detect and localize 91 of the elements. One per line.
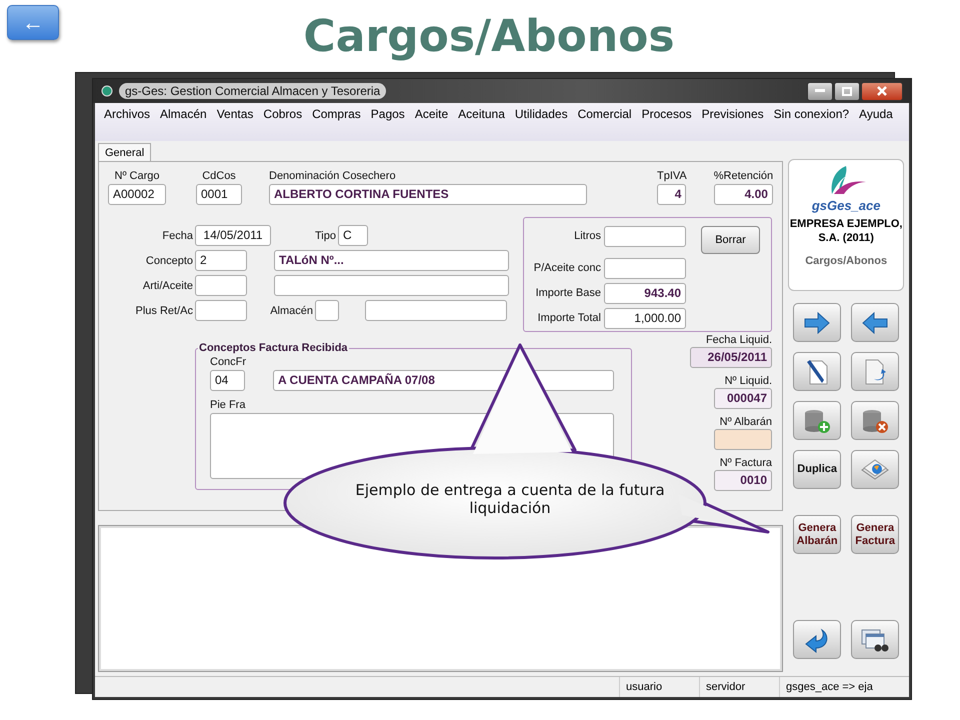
status-cell: usuario <box>619 677 699 697</box>
field-label: Denominación Cosechero <box>269 170 396 182</box>
minimize-icon <box>815 89 825 93</box>
text-field[interactable]: 1,000.00 <box>604 308 686 329</box>
toolbar-button[interactable] <box>851 620 900 659</box>
menu-item[interactable]: Procesos <box>636 105 697 123</box>
text-field[interactable]: C <box>338 225 368 246</box>
input-field[interactable] <box>714 429 772 450</box>
input-field[interactable] <box>604 226 686 247</box>
menu-item[interactable]: Almacén <box>155 105 212 123</box>
field-label: Almacén <box>269 304 313 316</box>
toolbar-button[interactable]: Genera Albarán <box>793 515 842 554</box>
binoculars-windows-icon <box>860 626 890 652</box>
toolbar-button[interactable] <box>793 303 842 342</box>
field-label: Importe Base <box>534 286 601 301</box>
menu-item[interactable]: Compras <box>307 105 366 123</box>
toolbar-button[interactable] <box>793 620 842 659</box>
menu-item[interactable]: Ayuda <box>854 105 898 123</box>
menu-item[interactable]: Previsiones <box>696 105 769 123</box>
text-field[interactable]: 0010 <box>714 470 772 491</box>
menu-item[interactable]: Aceite <box>410 105 454 123</box>
input-field[interactable] <box>274 275 509 296</box>
field-label: P/Aceite conc <box>532 261 601 276</box>
menu-item[interactable]: Aceituna <box>453 105 510 123</box>
field-label: ConcFr <box>210 356 248 368</box>
borrar-button[interactable]: Borrar <box>701 226 760 254</box>
menu-item[interactable]: Comercial <box>572 105 637 123</box>
field-label: Nº Albarán <box>720 416 772 428</box>
status-cell: servidor <box>699 677 779 697</box>
group-title: Conceptos Factura Recibida <box>198 342 349 354</box>
text-field[interactable]: 2 <box>195 250 247 271</box>
menu-item[interactable]: Cobros <box>258 105 308 123</box>
input-field[interactable] <box>195 300 247 321</box>
field-label: Nº Liquid. <box>724 375 772 387</box>
input-field[interactable] <box>315 300 339 321</box>
slide-title: Cargos/Abonos <box>302 11 676 62</box>
text-field[interactable]: ALBERTO CORTINA FUENTES <box>269 184 587 205</box>
text-field[interactable]: 04 <box>210 370 245 391</box>
input-field[interactable] <box>365 300 507 321</box>
menu-item[interactable]: Sin conexion? <box>768 105 854 123</box>
text-field[interactable]: 4.00 <box>714 184 773 205</box>
menu-item[interactable]: Archivos <box>99 105 156 123</box>
toolbar-button[interactable] <box>851 303 900 342</box>
text-field[interactable]: 943.40 <box>604 283 686 304</box>
field-label: Nº Cargo <box>114 170 160 182</box>
logo-text: gsGes_ace <box>812 198 880 213</box>
close-button[interactable] <box>861 82 903 100</box>
menu-item[interactable]: Utilidades <box>510 105 573 123</box>
text-field[interactable]: 4 <box>657 184 686 205</box>
field-label: %Retención <box>714 170 774 182</box>
field-label: Litros <box>573 229 601 244</box>
field-label: CdCos <box>202 170 236 182</box>
arrow-right-icon <box>802 310 832 336</box>
date-field[interactable]: 14/05/2011 <box>195 225 271 246</box>
field-label: Tipo <box>314 230 336 242</box>
field-label: TpIVA <box>657 170 687 182</box>
close-icon <box>877 86 887 96</box>
map-stack-icon <box>860 456 890 482</box>
field-label: Fecha Liquid. <box>706 334 772 346</box>
text-field[interactable]: 26/05/2011 <box>690 347 772 368</box>
input-field[interactable] <box>195 275 247 296</box>
field-label: Arti/Aceite <box>142 280 193 292</box>
text-field[interactable]: 000047 <box>714 388 772 409</box>
text-field[interactable]: A00002 <box>108 184 166 205</box>
field-label: Plus Ret/Ac <box>134 304 193 316</box>
toolbar-button[interactable] <box>793 352 842 391</box>
field-label: Importe Total <box>536 311 601 326</box>
toolbar-button[interactable]: Duplica <box>793 450 842 489</box>
callout-text: Ejemplo de entrega a cuenta de la futura liquidación <box>355 481 665 517</box>
window-title: gs-Ges: Gestion Comercial Almacen y Tesoreria <box>119 83 386 99</box>
tab[interactable]: General <box>98 143 152 162</box>
company-name: EMPRESA EJEMPLO, S.A. (2011) <box>789 217 904 245</box>
toolbar-button[interactable]: Genera Factura <box>851 515 900 554</box>
field-label: Nº Factura <box>720 457 772 469</box>
minimize-button[interactable] <box>807 82 833 100</box>
text-field[interactable]: 0001 <box>196 184 242 205</box>
menu-item[interactable]: Pagos <box>366 105 410 123</box>
menu-item[interactable]: Ventas <box>212 105 258 123</box>
database-add-icon <box>802 408 832 434</box>
status-cell: gsges_ace => eja <box>779 677 907 697</box>
field-label: Concepto <box>144 254 193 266</box>
maximize-button[interactable] <box>834 82 860 100</box>
module-name: Cargos/Abonos <box>805 255 888 267</box>
database-delete-icon <box>860 408 890 434</box>
input-field[interactable] <box>604 258 686 279</box>
text-field[interactable]: TALóN Nº... <box>274 250 509 271</box>
field-label: Fecha <box>161 230 193 242</box>
maximize-icon <box>842 86 852 96</box>
field-label: Pie Fra <box>210 399 246 411</box>
app-icon <box>101 85 113 97</box>
arrow-left-icon <box>860 310 890 336</box>
